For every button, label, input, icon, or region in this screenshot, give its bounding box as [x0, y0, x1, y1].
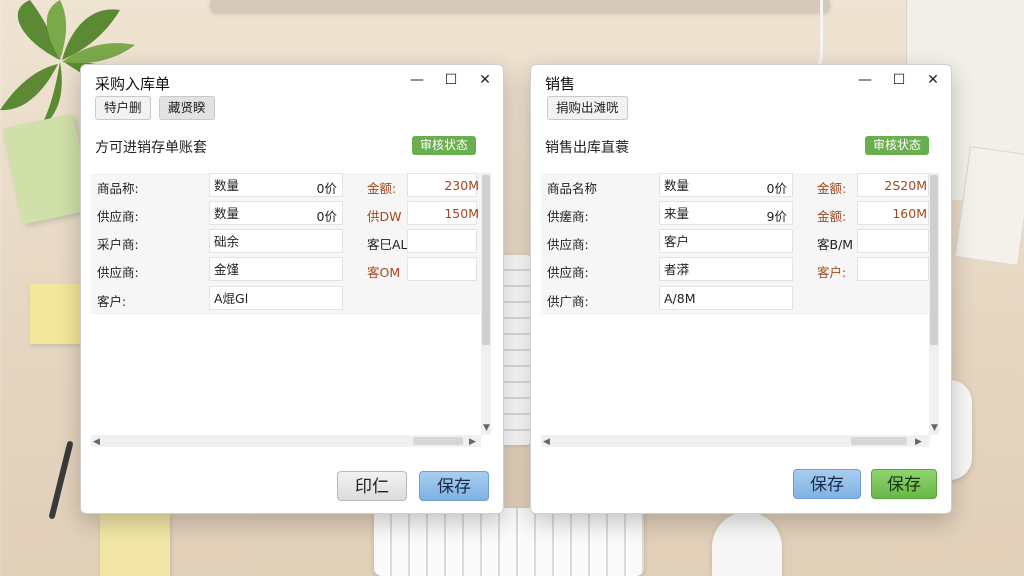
- customer-field[interactable]: [407, 257, 477, 281]
- row-label: 供应商:: [547, 265, 589, 280]
- sales-window: 销售 — ☐ ✕ 捐购出滩咣 销售出库直蓑 审核状态 商品名称 数量 0价 金额…: [530, 64, 952, 514]
- row-label: 供应商:: [97, 209, 139, 224]
- customer-field[interactable]: [857, 257, 929, 281]
- customer-label: 客户:: [817, 265, 847, 280]
- print-button[interactable]: 印仁: [337, 471, 407, 501]
- row-label: 商品名称: [547, 181, 598, 196]
- customer-label: 客B/M: [817, 237, 854, 252]
- row-field[interactable]: 者漭: [659, 257, 793, 281]
- vertical-scrollbar[interactable]: [481, 173, 491, 435]
- row-value: 9价: [766, 209, 787, 224]
- sticky-note: [100, 514, 170, 576]
- minimize-icon[interactable]: —: [855, 71, 875, 89]
- row-label: 供广商:: [547, 294, 589, 309]
- horizontal-scrollbar[interactable]: [541, 435, 929, 447]
- status-badge[interactable]: 审核状态: [865, 136, 930, 155]
- amount-label: 金额:: [367, 181, 397, 196]
- scroll-thumb[interactable]: [930, 175, 938, 345]
- row-field[interactable]: 金馑: [209, 257, 343, 281]
- row-field[interactable]: A/8M: [659, 286, 793, 310]
- supplier-label: 供DW: [367, 209, 402, 224]
- scroll-right-arrow[interactable]: ▶: [915, 437, 922, 447]
- vertical-scrollbar[interactable]: [929, 173, 939, 435]
- save-button[interactable]: 保存: [793, 469, 861, 499]
- form-subtitle: 方可进销存单账套: [95, 140, 207, 156]
- maximize-icon[interactable]: ☐: [441, 71, 461, 89]
- row-value: 0价: [766, 181, 787, 196]
- status-badge[interactable]: 审核状态: [412, 136, 477, 155]
- row-label: 供应商:: [547, 237, 589, 252]
- customer-label: 客OM: [367, 265, 401, 280]
- amount-label: 金额:: [817, 209, 847, 224]
- scroll-thumb[interactable]: [482, 175, 490, 345]
- scroll-down-arrow[interactable]: ▼: [483, 423, 490, 433]
- customer-label: 客巳AL: [367, 237, 408, 252]
- monitor-edge: [210, 0, 830, 12]
- save-button[interactable]: 保存: [419, 471, 489, 501]
- window-title: 采购入库单: [95, 75, 171, 93]
- toolbar-button-1[interactable]: 特户删: [95, 96, 151, 120]
- amount-value: 230M: [444, 178, 479, 193]
- customer-field[interactable]: [407, 229, 477, 253]
- sticky-note: [30, 284, 82, 344]
- form-empty-area: [541, 315, 931, 435]
- amount-value: 160M: [892, 206, 927, 221]
- toolbar-button-1[interactable]: 捐购出滩咣: [547, 96, 628, 120]
- titlebar: 采购入库单 — ☐ ✕: [81, 65, 503, 95]
- purchase-window: 采购入库单 — ☐ ✕ 特户删 藏贤睽 方可进销存单账套 审核状态 商品称: 数…: [80, 64, 504, 514]
- close-icon[interactable]: ✕: [475, 71, 495, 89]
- close-icon[interactable]: ✕: [923, 71, 943, 89]
- scroll-left-arrow[interactable]: ◀: [543, 437, 550, 447]
- toolbar-button-2[interactable]: 藏贤睽: [159, 96, 215, 120]
- row-label: 供应商:: [97, 265, 139, 280]
- titlebar: 销售 — ☐ ✕: [531, 65, 951, 95]
- amount-label: 金额:: [817, 181, 847, 196]
- scroll-left-arrow[interactable]: ◀: [93, 437, 100, 447]
- maximize-icon[interactable]: ☐: [889, 71, 909, 89]
- row-label: 采户商:: [97, 237, 139, 252]
- minimize-icon[interactable]: —: [407, 71, 427, 89]
- customer-field[interactable]: [857, 229, 929, 253]
- keyboard: [374, 508, 644, 576]
- scroll-down-arrow[interactable]: ▼: [931, 423, 938, 433]
- save-button-secondary[interactable]: 保存: [871, 469, 937, 499]
- row-field[interactable]: A焜Gl: [209, 286, 343, 310]
- scroll-thumb[interactable]: [413, 437, 463, 445]
- row-value: 0价: [316, 181, 337, 196]
- scroll-thumb[interactable]: [851, 437, 907, 445]
- mouse: [712, 512, 782, 576]
- amount-value: 2S20M: [884, 178, 927, 193]
- row-label: 客户:: [97, 294, 127, 309]
- keypad: [500, 255, 532, 445]
- form-subtitle: 销售出库直蓑: [545, 140, 629, 156]
- form-empty-area: [91, 315, 481, 435]
- row-label: 商品称:: [97, 181, 139, 196]
- horizontal-scrollbar[interactable]: [91, 435, 481, 447]
- row-field[interactable]: 客户: [659, 229, 793, 253]
- window-title: 销售: [545, 75, 576, 93]
- row-label: 供瘥商:: [547, 209, 589, 224]
- scroll-right-arrow[interactable]: ▶: [469, 437, 476, 447]
- row-value: 0价: [316, 209, 337, 224]
- row-field[interactable]: 础余: [209, 229, 343, 253]
- supplier-value: 150M: [444, 206, 479, 221]
